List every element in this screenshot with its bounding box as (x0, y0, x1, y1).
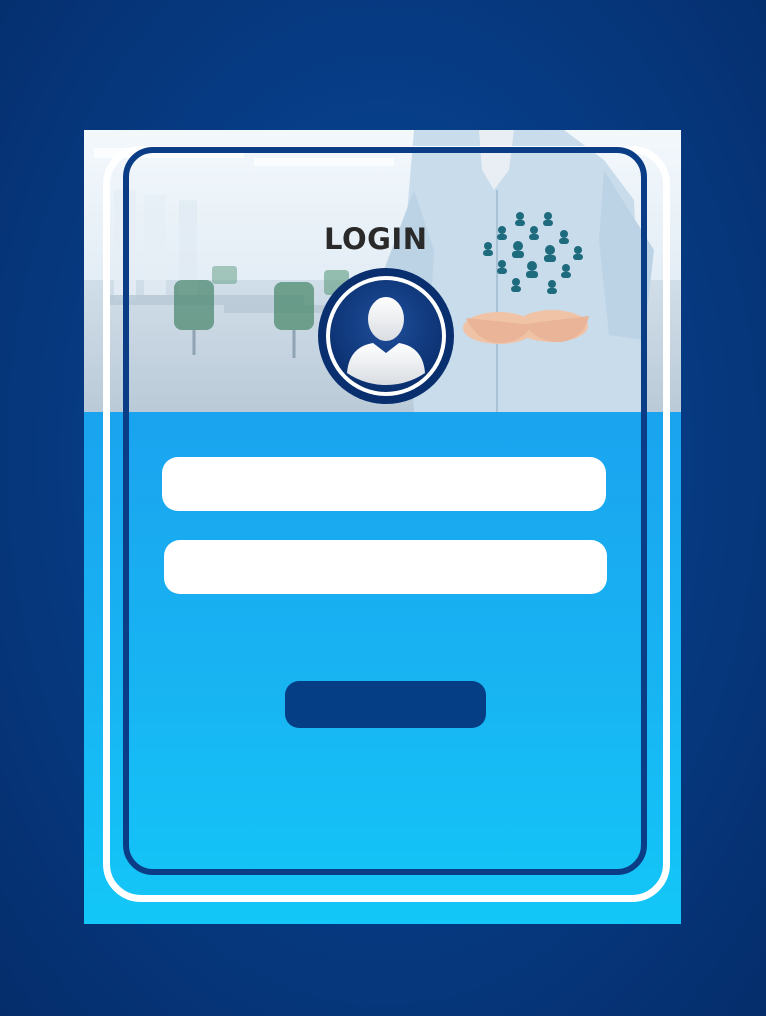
password-input[interactable] (164, 540, 607, 594)
user-avatar-icon (318, 268, 454, 404)
login-button[interactable] (285, 681, 486, 728)
login-title: LOGIN (324, 222, 428, 256)
username-input[interactable] (162, 457, 606, 511)
inner-frame-border (123, 147, 647, 875)
login-card: LOGIN (84, 130, 681, 924)
